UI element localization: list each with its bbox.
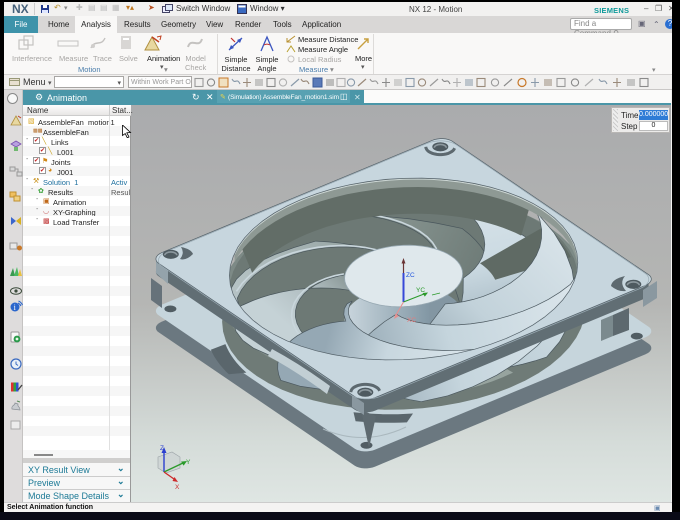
svg-text:X: X (175, 484, 180, 491)
svg-text:YC: YC (416, 287, 425, 294)
svg-text:ZC: ZC (406, 272, 415, 279)
svg-text:Z: Z (160, 445, 164, 452)
svg-text:XC: XC (407, 317, 416, 324)
svg-text:Y: Y (186, 459, 191, 466)
